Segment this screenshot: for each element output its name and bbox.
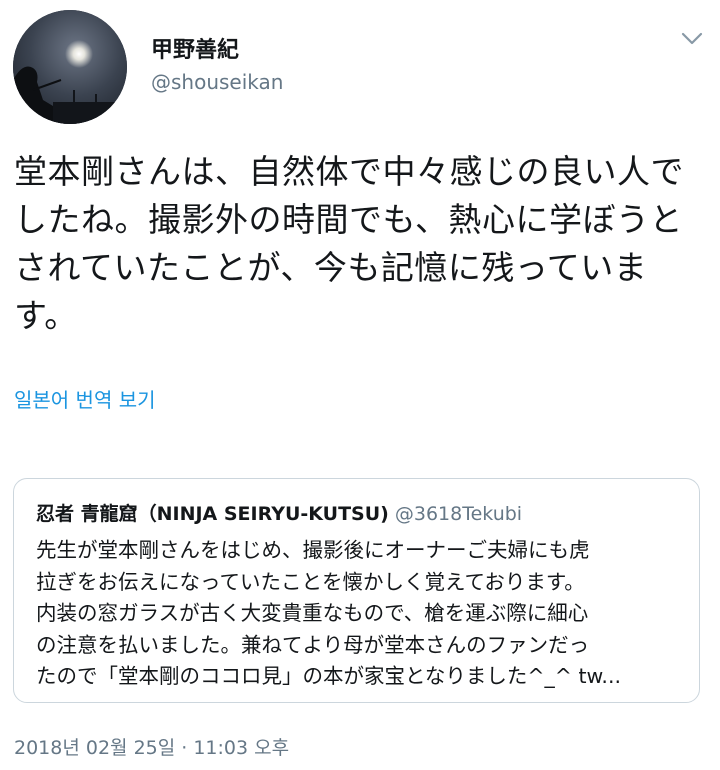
chevron-down-icon[interactable] (679, 28, 705, 50)
user-handle[interactable]: @shouseikan (151, 70, 283, 94)
quoted-user-handle: @3618Tekubi (394, 503, 523, 525)
display-name[interactable]: 甲野善紀 (151, 32, 239, 64)
quoted-tweet-card[interactable]: 忍者 青龍窟（NINJA SEIRYU-KUTSU) @3618Tekubi 先生… (13, 478, 700, 703)
tweet-timestamp[interactable]: 2018년 02월 25일 · 11:03 오후 (14, 733, 289, 760)
avatar-image (13, 10, 127, 124)
quoted-tweet-text: 先生が堂本剛さんをはじめ、撮影後にオーナーご夫婦にも虎 拉ぎをお伝えになっていた… (36, 538, 621, 688)
avatar[interactable] (13, 10, 127, 124)
quoted-tweet-header: 忍者 青龍窟（NINJA SEIRYU-KUTSU) @3618Tekubi (36, 499, 522, 526)
translate-link[interactable]: 일본어 번역 보기 (14, 384, 156, 413)
tweet-text: 堂本剛さんは、自然体で中々感じの良い人でしたね。撮影外の時間でも、熱心に学ぼうと… (14, 152, 684, 335)
quoted-display-name: 忍者 青龍窟（NINJA SEIRYU-KUTSU) (36, 503, 389, 525)
